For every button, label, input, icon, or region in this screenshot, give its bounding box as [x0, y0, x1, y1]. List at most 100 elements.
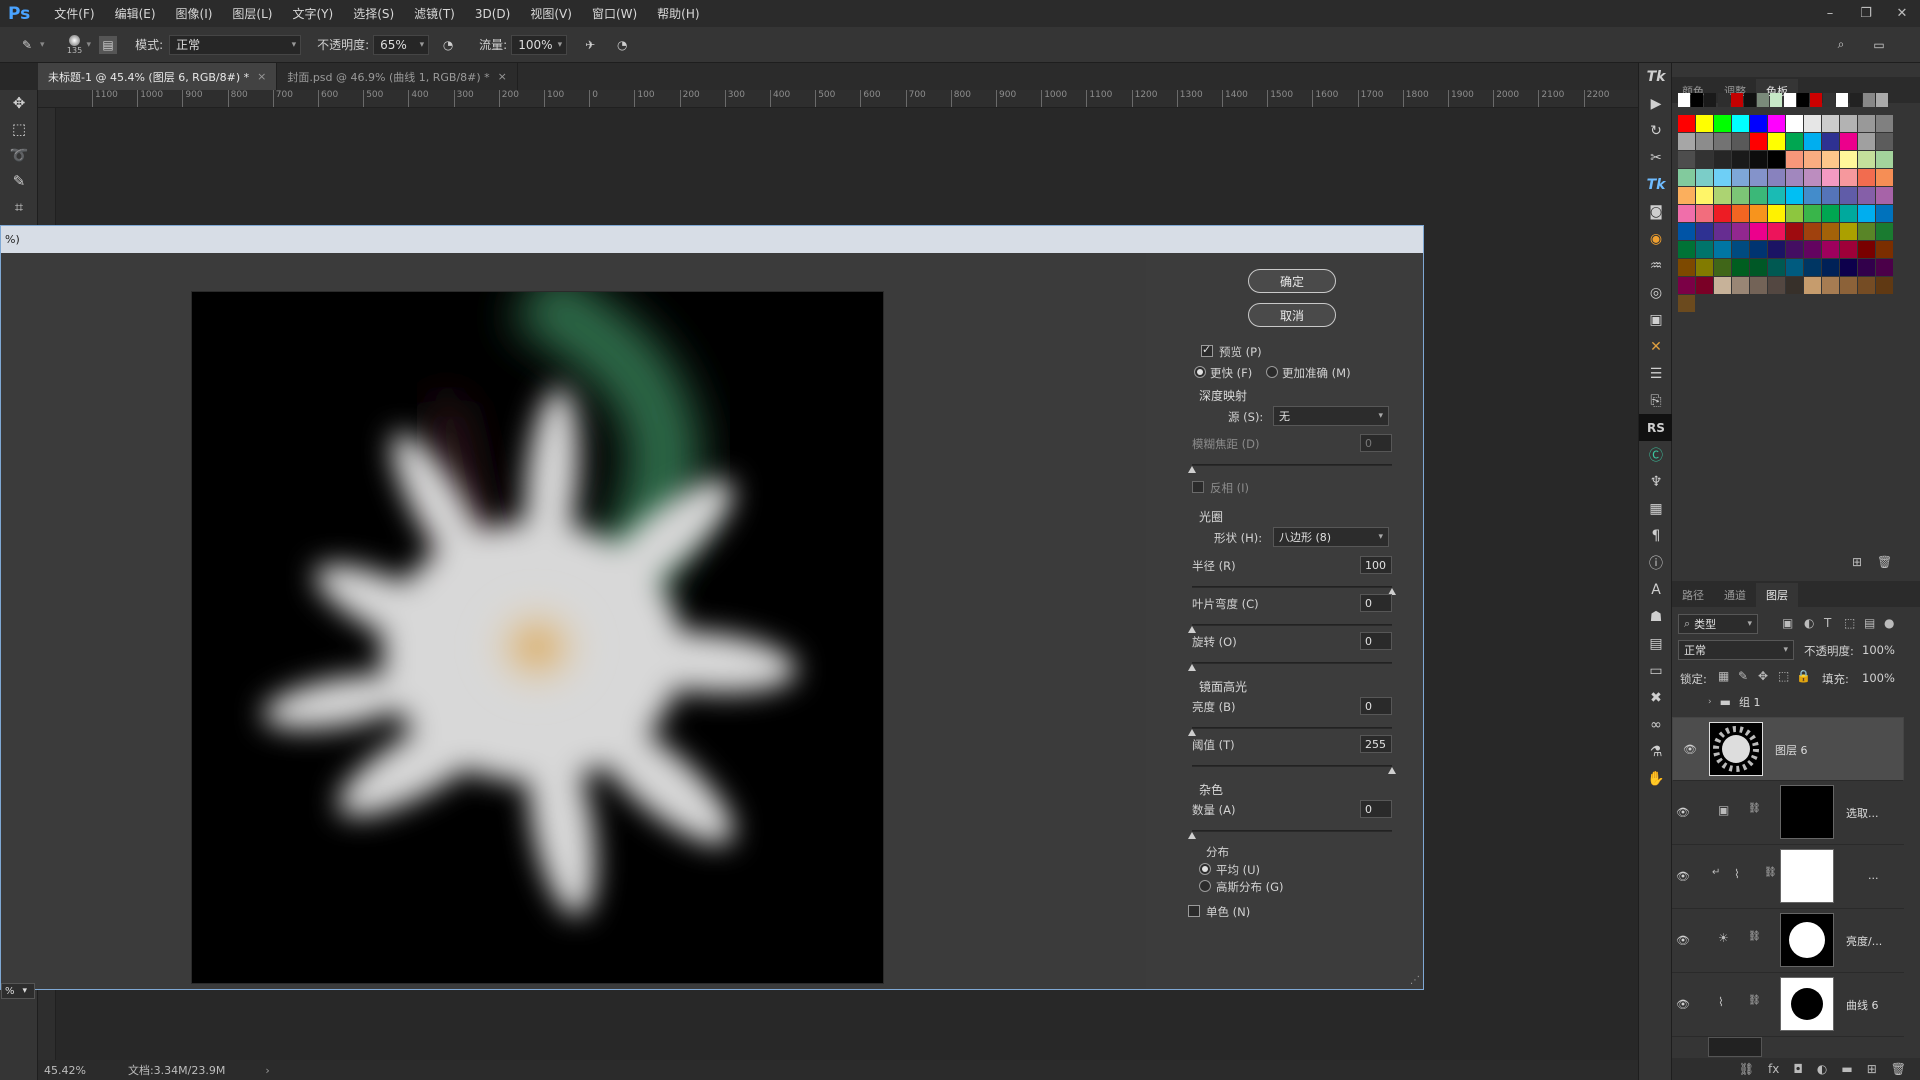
swatch[interactable]	[1804, 223, 1821, 240]
swatch[interactable]	[1714, 277, 1731, 294]
menu-layer[interactable]: 图层(L)	[222, 5, 282, 22]
swatch[interactable]	[1691, 93, 1704, 107]
swatch[interactable]	[1678, 295, 1695, 312]
swatch[interactable]	[1858, 169, 1875, 186]
swatch[interactable]	[1704, 93, 1717, 107]
layer-row[interactable]: 👁 ☀ ⛓ 亮度/...	[1672, 909, 1904, 973]
swatch[interactable]	[1786, 133, 1803, 150]
swatch[interactable]	[1768, 259, 1785, 276]
close-icon[interactable]: ×	[257, 70, 266, 83]
eye-icon[interactable]: 👁	[1679, 743, 1701, 756]
tk-panel-icon[interactable]: Tk	[1639, 63, 1673, 90]
new-swatch-icon[interactable]: ⊞	[1852, 555, 1862, 569]
swatch[interactable]	[1768, 241, 1785, 258]
swatch[interactable]	[1840, 115, 1857, 132]
swatch[interactable]	[1786, 223, 1803, 240]
adjustment-layer-icon[interactable]: ◐	[1817, 1062, 1827, 1076]
swatch[interactable]	[1858, 223, 1875, 240]
blur-preview-image[interactable]	[191, 291, 884, 984]
eye-icon[interactable]: 👁	[1672, 870, 1694, 883]
swatch[interactable]	[1840, 277, 1857, 294]
creative-cloud-icon[interactable]: ∞	[1639, 711, 1673, 738]
threshold-input[interactable]: 255	[1360, 735, 1392, 753]
swatch[interactable]	[1678, 277, 1695, 294]
radius-input[interactable]: 100	[1360, 556, 1392, 574]
swatch[interactable]	[1714, 133, 1731, 150]
camera-icon[interactable]: ◙	[1639, 198, 1673, 225]
layer-row[interactable]: 👁 ⌇ ⛓ 曲线 6	[1672, 973, 1904, 1037]
swatch[interactable]	[1744, 93, 1756, 107]
swatch[interactable]	[1876, 115, 1893, 132]
blend-mode-select[interactable]: 正常 ▾	[1678, 640, 1794, 660]
lock-pixels-icon[interactable]: ✎	[1738, 669, 1748, 683]
swatch[interactable]	[1678, 169, 1695, 186]
uniform-radio[interactable]	[1199, 863, 1211, 875]
rs-plugin-icon[interactable]: RS	[1639, 414, 1673, 441]
layer-row[interactable]: 👁 ↵ ⌇ ⛓ ...	[1672, 845, 1904, 909]
swatch[interactable]	[1804, 187, 1821, 204]
pressure-size-icon[interactable]: ◔	[611, 34, 633, 56]
swatch[interactable]	[1840, 259, 1857, 276]
swatch[interactable]	[1732, 169, 1749, 186]
swatch[interactable]	[1714, 187, 1731, 204]
chevron-right-icon[interactable]: ›	[265, 1064, 269, 1077]
swatch[interactable]	[1858, 133, 1875, 150]
swatch[interactable]	[1876, 205, 1893, 222]
color-wheel-icon[interactable]: ◉	[1639, 225, 1673, 252]
tab-layers[interactable]: 图层	[1756, 583, 1798, 607]
swatch[interactable]	[1822, 277, 1839, 294]
swatch[interactable]	[1786, 151, 1803, 168]
swatch[interactable]	[1678, 187, 1695, 204]
swatch[interactable]	[1768, 151, 1785, 168]
swatch[interactable]	[1750, 223, 1767, 240]
swatch[interactable]	[1858, 115, 1875, 132]
stamp-icon[interactable]: ▣	[1639, 306, 1673, 333]
swatch[interactable]	[1804, 277, 1821, 294]
swatch[interactable]	[1822, 223, 1839, 240]
close-icon[interactable]: ×	[498, 70, 507, 83]
move-tool-icon[interactable]: ✥	[0, 90, 38, 116]
swatch[interactable]	[1876, 187, 1893, 204]
quick-select-tool-icon[interactable]: ✎	[0, 168, 38, 194]
swatch[interactable]	[1876, 169, 1893, 186]
swatch[interactable]	[1858, 187, 1875, 204]
menu-select[interactable]: 选择(S)	[343, 5, 404, 22]
swatch[interactable]	[1786, 169, 1803, 186]
swatch[interactable]	[1732, 277, 1749, 294]
swatch[interactable]	[1810, 93, 1822, 107]
swatch[interactable]	[1876, 151, 1893, 168]
swatch[interactable]	[1822, 151, 1839, 168]
swatch[interactable]	[1858, 277, 1875, 294]
swatch[interactable]	[1783, 93, 1796, 107]
adjustment-filter-icon[interactable]: ◐	[1804, 616, 1814, 630]
swatch[interactable]	[1732, 241, 1749, 258]
flow-input[interactable]: 100% ▾	[511, 34, 568, 55]
slider-knob[interactable]	[1388, 767, 1396, 774]
libraries-icon[interactable]: ▤	[1639, 630, 1673, 657]
swatch[interactable]	[1796, 93, 1809, 107]
swatch[interactable]	[1696, 151, 1713, 168]
slider-knob[interactable]	[1188, 832, 1196, 839]
puppet-icon[interactable]: ♆	[1639, 468, 1673, 495]
swatch[interactable]	[1822, 115, 1839, 132]
swatch[interactable]	[1840, 187, 1857, 204]
trash-icon[interactable]: 🗑	[1891, 1062, 1906, 1076]
adjustments-icon[interactable]: ☰	[1639, 360, 1673, 387]
swatch[interactable]	[1678, 133, 1695, 150]
swatch[interactable]	[1836, 93, 1849, 107]
filter-toggle-icon[interactable]: ●	[1884, 616, 1894, 630]
slider-knob[interactable]	[1188, 664, 1196, 671]
source-select[interactable]: 无 ▾	[1273, 406, 1389, 426]
brush-panel-icon[interactable]: ▤	[99, 35, 118, 54]
layer-row[interactable]: 👁 ▣ ⛓ 选取...	[1672, 781, 1904, 845]
paragraph-icon[interactable]: ¶	[1639, 522, 1673, 549]
swatch[interactable]	[1696, 259, 1713, 276]
swatch[interactable]	[1696, 115, 1713, 132]
swatch[interactable]	[1757, 93, 1770, 107]
blur-focal-slider[interactable]	[1192, 464, 1392, 466]
swatch[interactable]	[1840, 241, 1857, 258]
swatch[interactable]	[1786, 277, 1803, 294]
close-icon[interactable]: ✕	[1884, 6, 1920, 21]
swatch[interactable]	[1714, 205, 1731, 222]
brush-settings-icon[interactable]: ♒	[1639, 252, 1673, 279]
